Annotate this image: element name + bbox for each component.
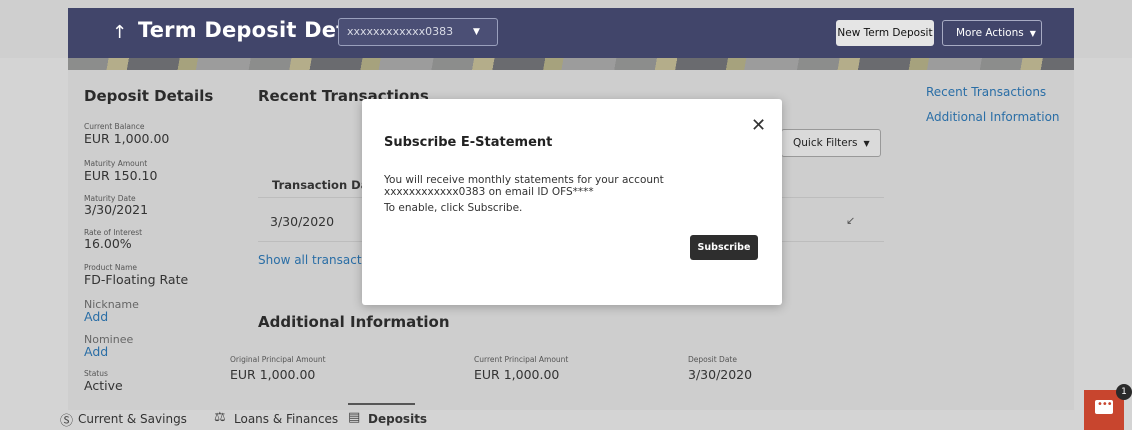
chat-badge: 1 — [1116, 384, 1132, 400]
nickname-add-link[interactable]: Add — [84, 309, 108, 324]
current-balance-value: EUR 1,000.00 — [84, 131, 170, 146]
rate-value: 16.00% — [84, 236, 132, 251]
deposit-date-label: Deposit Date — [688, 355, 737, 364]
tab-loans-finances[interactable]: Loans & Finances — [234, 412, 338, 426]
more-actions-button[interactable]: More Actions ▼ — [942, 20, 1042, 46]
quick-filters-label: Quick Filters — [793, 137, 858, 149]
download-icon[interactable]: ↙ — [846, 214, 855, 227]
status-value: Active — [84, 378, 123, 393]
recent-transactions-link[interactable]: Recent Transactions — [926, 85, 1046, 99]
additional-info-title: Additional Information — [258, 313, 450, 331]
transaction-date-cell: 3/30/2020 — [270, 214, 335, 229]
chat-icon — [1095, 399, 1113, 414]
original-principal-value: EUR 1,000.00 — [230, 367, 316, 382]
maturity-amount-label: Maturity Amount — [84, 159, 148, 168]
close-icon[interactable]: ✕ — [751, 117, 766, 135]
status-label: Status — [84, 369, 108, 378]
account-select[interactable]: xxxxxxxxxxxx0383 ▼ — [338, 18, 498, 46]
current-balance-label: Current Balance — [84, 122, 145, 131]
loan-icon: ⚖ — [214, 410, 226, 425]
nominee-add-link[interactable]: Add — [84, 344, 108, 359]
subscribe-estatement-modal: Subscribe E-Statement ✕ You will receive… — [362, 99, 782, 305]
active-tab-indicator — [348, 403, 415, 405]
subscribe-button[interactable]: Subscribe — [690, 235, 758, 260]
deposit-icon: ▤ — [348, 410, 361, 425]
current-principal-label: Current Principal Amount — [474, 355, 569, 364]
header-decor-strip — [68, 58, 1074, 70]
modal-title: Subscribe E-Statement — [384, 135, 553, 150]
maturity-date-value: 3/30/2021 — [84, 202, 149, 217]
dollar-circle-icon: Ⓢ — [60, 414, 74, 429]
caret-down-icon: ▼ — [863, 139, 870, 148]
arrow-up-icon[interactable]: ↑ — [112, 22, 127, 43]
modal-message: You will receive monthly statements for … — [384, 174, 664, 198]
deposit-date-value: 3/30/2020 — [688, 367, 753, 382]
tab-current-savings[interactable]: Current & Savings — [78, 412, 187, 426]
sidebar-title: Deposit Details — [84, 87, 214, 105]
new-term-deposit-button[interactable]: New Term Deposit — [836, 20, 934, 46]
original-principal-label: Original Principal Amount — [230, 355, 326, 364]
account-select-value: xxxxxxxxxxxx0383 — [347, 25, 454, 38]
more-actions-label: More Actions — [956, 27, 1024, 39]
caret-down-icon: ▼ — [1029, 29, 1036, 38]
product-name-value: FD-Floating Rate — [84, 272, 189, 287]
quick-filters-button[interactable]: Quick Filters ▼ — [781, 129, 881, 157]
additional-information-link[interactable]: Additional Information — [926, 110, 1060, 124]
tab-deposits[interactable]: Deposits — [368, 412, 427, 426]
caret-down-icon: ▼ — [473, 27, 480, 37]
product-name-label: Product Name — [84, 263, 137, 272]
maturity-amount-value: EUR 150.10 — [84, 168, 158, 183]
modal-instruction: To enable, click Subscribe. — [384, 202, 523, 214]
current-principal-value: EUR 1,000.00 — [474, 367, 560, 382]
